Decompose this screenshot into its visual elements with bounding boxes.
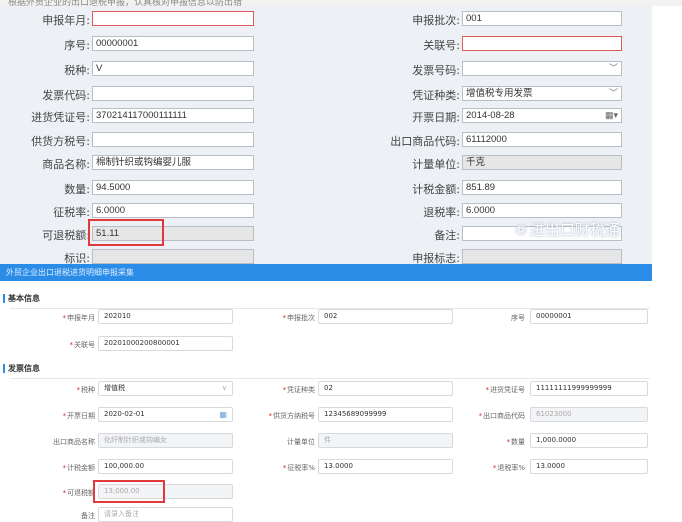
label-fpdm: 发票代码: [42,89,90,102]
label-sbpc: *申报批次 [282,314,316,322]
field-jhpzh[interactable]: 370214117000111111 [92,108,254,123]
chevron-down-icon[interactable]: ﹀ [609,62,618,75]
field-fphm[interactable]: ﹀ [462,61,622,76]
label-pzzl: *凭证种类 [282,386,316,394]
label-sz: 税种: [64,64,90,77]
field-tsl[interactable]: 13.0000 [530,459,648,474]
label-jldw: 计量单位 [287,438,315,446]
label-ktse: 可退税额: [42,229,90,242]
field-jhpzh[interactable]: 11111111999999999 [530,381,648,396]
field-jldw: 千克 [462,155,622,170]
label-jhpzh: *进货凭证号 [485,386,526,394]
label-jsje: *计税金额 [62,464,96,472]
field-fpdm[interactable] [92,86,254,101]
label-ghfsh: 供货方税号: [31,135,90,148]
form-header-title: 外贸企业出口退税进货明细申报采集 [6,268,134,277]
field-sl[interactable]: 94.5000 [92,180,254,195]
field-jsje[interactable]: 100,000.00 [98,459,233,474]
field-jsje[interactable]: 851.89 [462,180,622,195]
new-declaration-form: 基本信息 *申报年月 202010 *申报批次 002 序号 00000001 … [0,281,652,522]
divider [10,378,650,379]
label-sbpc: 申报批次: [412,14,460,27]
label-jsje: 计税金额: [412,183,460,196]
field-ckspdm: 61023000 [530,407,648,422]
field-sbbz [462,249,622,264]
date-kprq[interactable]: 2014-08-28 ▦▾ [462,108,622,123]
label-ckspdm: *出口商品代码 [478,412,526,420]
label-sbny: 申报年月: [42,14,90,27]
watermark: ❁ 进出口财税通 [515,221,620,239]
label-xh: 序号: [64,39,90,52]
field-ghfnsrh[interactable]: 12345689099999 [318,407,453,422]
label-pzzl: 凭证种类: [412,89,460,102]
select-sz[interactable]: 增值税 ∨ [98,381,233,396]
form-header-bar: 外贸企业出口退税进货明细申报采集 [0,264,652,281]
label-fphm: 发票号码: [412,64,460,77]
field-tsl[interactable]: 6.0000 [462,203,622,218]
date-kprq[interactable]: 2020-02-01 ▦ [98,407,233,422]
label-ckspdm: 出口商品代码: [390,135,460,148]
legacy-declaration-form: 申报年月: 序号: 税种: 发票代码: 进货凭证号: 供货方税号: 商品名称: … [0,6,652,265]
label-kdse: *可退税额 [62,489,96,497]
highlight-box-ktse [88,219,164,246]
field-zsl[interactable]: 6.0000 [92,203,254,218]
field-jldw: 件 [318,433,453,448]
field-glh[interactable] [462,36,622,51]
label-ckspmc: 出口商品名称 [53,438,95,446]
field-xh[interactable]: 00000001 [530,309,648,324]
chevron-down-icon[interactable]: ﹀ [609,87,618,100]
label-sbny: *申报年月 [62,314,96,322]
field-ckspdm[interactable]: 61112000 [462,132,622,147]
label-sz: *税种 [76,386,96,394]
field-ghfsh[interactable] [92,132,254,147]
field-ckspmc: 化纤制针织或钩编女 [98,433,233,448]
section-basic-info: 基本信息 [3,294,40,303]
label-sl: 数量: [64,183,90,196]
chevron-down-icon[interactable]: ∨ [222,382,227,395]
field-glh[interactable]: 20201000200800001 [98,336,233,351]
label-kprq: 开票日期: [412,111,460,124]
calendar-icon[interactable]: ▦ [219,408,227,421]
field-sbpc[interactable]: 001 [462,11,622,26]
wechat-icon: ❁ [515,223,527,239]
field-pzzl[interactable]: 02 [318,381,453,396]
field-spmc[interactable]: 棉制针织或钩编婴儿服 [92,155,254,170]
label-sl: *数量 [506,438,526,446]
label-zsl: 征税率: [53,206,90,219]
section-invoice-info: 发票信息 [3,364,40,373]
label-tsl: *退税率% [492,464,525,472]
field-sl[interactable]: 1,000.0000 [530,433,648,448]
field-sz[interactable]: V [92,61,254,76]
label-zsl: *征税率% [282,464,315,472]
label-bz: 备注: [434,229,460,242]
label-spmc: 商品名称: [42,158,90,171]
field-bs [92,249,254,264]
field-sbny[interactable] [92,11,254,26]
label-ghfnsrh: *供货方纳税号 [268,412,316,420]
field-zsl[interactable]: 13.0000 [318,459,453,474]
field-sbny[interactable]: 202010 [98,309,233,324]
field-xh[interactable]: 00000001 [92,36,254,51]
label-jldw: 计量单位: [412,158,460,171]
field-sbpc[interactable]: 002 [318,309,453,324]
highlight-box-kdse [93,480,165,503]
label-jhpzh: 进货凭证号: [31,111,90,124]
label-glh: *关联号 [69,341,96,349]
label-xh: 序号 [511,314,525,322]
calendar-icon[interactable]: ▦▾ [605,109,618,122]
label-tsl: 退税率: [423,206,460,219]
select-pzzl[interactable]: 增值税专用发票 ﹀ [462,86,622,101]
label-kprq: *开票日期 [62,412,96,420]
label-glh: 关联号: [423,39,460,52]
